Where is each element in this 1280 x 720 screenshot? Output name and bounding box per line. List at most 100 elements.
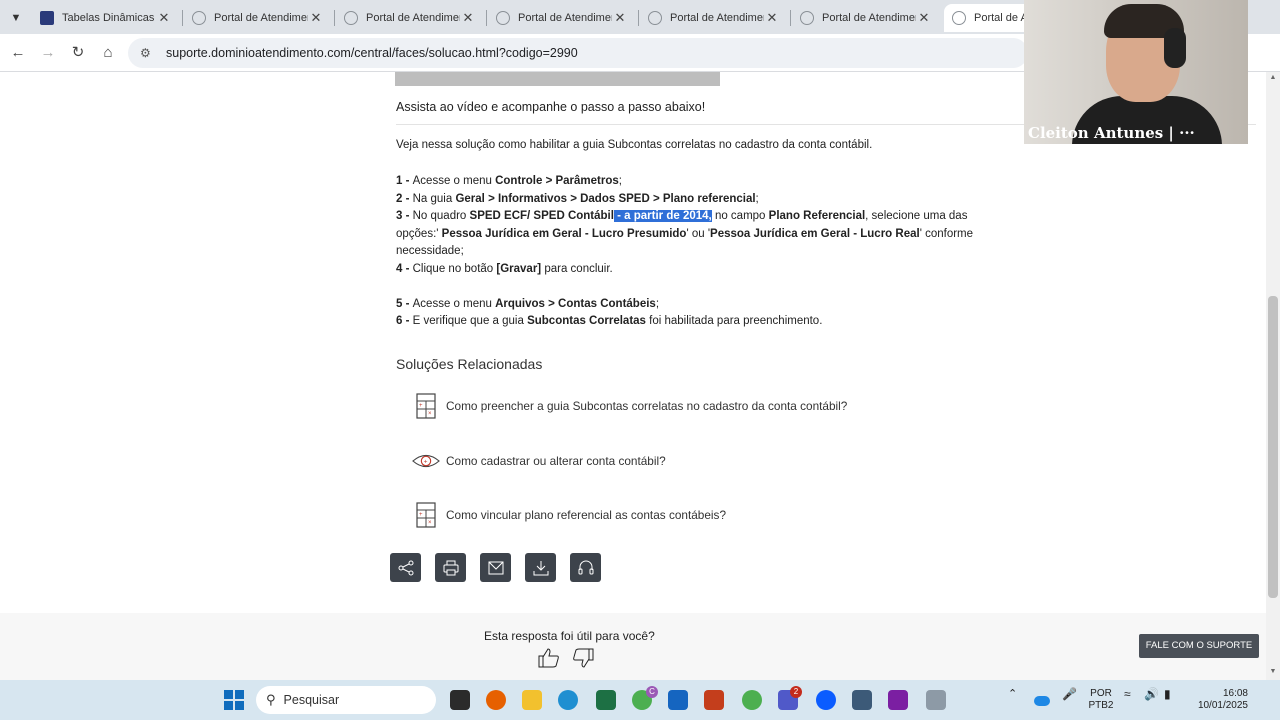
step-4: 4 - Clique no botão [Gravar] para conclu… [396, 262, 613, 275]
print-icon[interactable] [435, 553, 466, 582]
tab-title: Portal de Atendimen [670, 12, 764, 24]
forward-icon[interactable]: → [38, 43, 58, 63]
microphone-icon[interactable]: 🎤 [1062, 688, 1077, 700]
step-6: 6 - E verifique que a guia Subcontas Cor… [396, 315, 823, 327]
step-3: 3 - No quadro SPED ECF/ SPED Contábil - … [396, 210, 974, 257]
volume-icon[interactable]: 🔊 [1144, 688, 1159, 700]
tab-title: Tabelas Dinâmicas e [62, 12, 156, 24]
windows-taskbar: ⚲ Pesquisar C 2 ⌃ 🎤 POR PTB2 ≈ 🔊 ▮ 16:08… [0, 680, 1280, 720]
globe-icon [648, 11, 662, 25]
battery-icon[interactable]: ▮ [1164, 688, 1171, 700]
back-icon[interactable]: ← [8, 43, 28, 63]
address-bar[interactable]: ⚙ suporte.dominioatendimento.com/central… [128, 38, 1028, 68]
share-icon[interactable] [390, 553, 421, 582]
tab-tabelas-dinamicas[interactable]: Tabelas Dinâmicas e ✕ [32, 4, 180, 32]
globe-icon [344, 11, 358, 25]
globe-icon [800, 11, 814, 25]
edge-icon[interactable] [558, 690, 578, 710]
webcam-overlay: Cleiton Antunes | ··· [1024, 0, 1248, 144]
snipping-tool-icon[interactable] [926, 690, 946, 710]
svg-text:+: + [419, 512, 423, 518]
svg-text:×: × [428, 411, 432, 417]
related-link-label[interactable]: Como preencher a guia Subcontas correlat… [446, 399, 847, 413]
related-link-label[interactable]: Como cadastrar ou alterar conta contábil… [446, 454, 666, 468]
feedback-section [0, 613, 1266, 680]
action-toolbar [390, 553, 601, 582]
tab-portal-3[interactable]: Portal de Atendimen ✕ [488, 4, 636, 32]
task-view-icon[interactable] [450, 690, 470, 710]
headset-image [1164, 28, 1186, 68]
close-icon[interactable]: ✕ [916, 10, 932, 26]
app-icon[interactable] [852, 690, 872, 710]
tab-search-chevron-icon[interactable]: ▼ [6, 8, 26, 28]
search-icon: ⚲ [266, 692, 276, 707]
tab-favicon-icon [40, 11, 54, 25]
tab-portal-5[interactable]: Portal de Atendimen ✕ [792, 4, 940, 32]
home-icon[interactable]: ⌂ [98, 43, 118, 63]
reload-icon[interactable]: ↻ [68, 43, 88, 63]
site-info-icon[interactable]: ⚙ [140, 46, 156, 60]
chrome-active-icon[interactable] [742, 690, 762, 710]
mail-icon[interactable] [480, 553, 511, 582]
related-link-label[interactable]: Como vincular plano referencial as conta… [446, 508, 726, 522]
tab-title: Portal de Atendimen [366, 12, 460, 24]
scroll-up-icon[interactable]: ▲ [1266, 74, 1280, 81]
svg-text:+: + [419, 403, 423, 409]
feedback-buttons [538, 648, 594, 673]
close-icon[interactable]: ✕ [612, 10, 628, 26]
globe-icon [192, 11, 206, 25]
powerpoint-icon[interactable] [704, 690, 724, 710]
scroll-down-icon[interactable]: ▼ [1266, 668, 1280, 675]
svg-text:×: × [428, 520, 432, 526]
globe-icon [952, 11, 966, 25]
thumbs-down-icon[interactable] [572, 648, 594, 673]
calculator-icon: + × [412, 392, 440, 420]
onedrive-icon[interactable] [1034, 696, 1050, 706]
language-indicator[interactable]: POR PTB2 [1088, 688, 1114, 712]
firefox-icon[interactable] [486, 690, 506, 710]
tab-portal-1[interactable]: Portal de Atendimen ✕ [184, 4, 332, 32]
calculator-icon: + × [412, 501, 440, 529]
excel-icon[interactable] [596, 690, 616, 710]
clock[interactable]: 16:08 10/01/2025 [1188, 688, 1248, 712]
windows-start-icon[interactable] [224, 690, 244, 710]
tab-portal-active[interactable]: Portal de At [944, 4, 1034, 32]
related-link-3[interactable]: + × Como vincular plano referencial as co… [412, 501, 726, 529]
feedback-question: Esta resposta foi útil para você? [484, 629, 655, 643]
scrollbar-thumb[interactable] [1268, 296, 1278, 598]
chrome-profile-badge: C [646, 686, 658, 698]
notes-icon[interactable] [888, 690, 908, 710]
related-link-1[interactable]: + × Como preencher a guia Subcontas corre… [412, 392, 847, 420]
eye-icon: + [412, 447, 440, 475]
download-icon[interactable] [525, 553, 556, 582]
solution-lead: Veja nessa solução como habilitar a guia… [396, 139, 873, 151]
wifi-icon[interactable]: ≈ [1124, 688, 1131, 700]
related-solutions-title: Soluções Relacionadas [396, 356, 543, 372]
thumbs-up-icon[interactable] [538, 648, 560, 673]
clock-date: 10/01/2025 [1197, 700, 1248, 711]
taskbar-search[interactable]: ⚲ Pesquisar [256, 686, 436, 714]
close-icon[interactable]: ✕ [764, 10, 780, 26]
selected-text: - a partir de 2014, [613, 210, 712, 222]
contact-support-button[interactable]: FALE COM O SUPORTE [1139, 634, 1259, 658]
headset-icon[interactable] [570, 553, 601, 582]
close-icon[interactable]: ✕ [308, 10, 324, 26]
close-icon[interactable]: ✕ [156, 10, 172, 26]
tab-title: Portal de Atendimen [822, 12, 916, 24]
tab-title: Portal de Atendimen [518, 12, 612, 24]
close-icon[interactable]: ✕ [460, 10, 476, 26]
steps-list: 1 - Acesse o menu Controle > Parâmetros;… [396, 173, 996, 331]
video-player-bottom[interactable] [395, 72, 720, 86]
tab-portal-2[interactable]: Portal de Atendimen ✕ [336, 4, 484, 32]
step-2: 2 - Na guia Geral > Informativos > Dados… [396, 192, 759, 205]
tab-title: Portal de Atendimen [214, 12, 308, 24]
chevron-up-icon[interactable]: ⌃ [1008, 688, 1017, 700]
svg-text:+: + [424, 458, 428, 465]
related-link-2[interactable]: + Como cadastrar ou alterar conta contáb… [412, 447, 666, 475]
tab-portal-4[interactable]: Portal de Atendimen ✕ [640, 4, 788, 32]
zoom-icon[interactable] [816, 690, 836, 710]
calculator-app-icon[interactable] [668, 690, 688, 710]
video-intro-text: Assista ao vídeo e acompanhe o passo a p… [396, 100, 706, 114]
page-content: Assista ao vídeo e acompanhe o passo a p… [0, 72, 1266, 680]
file-explorer-icon[interactable] [522, 690, 542, 710]
